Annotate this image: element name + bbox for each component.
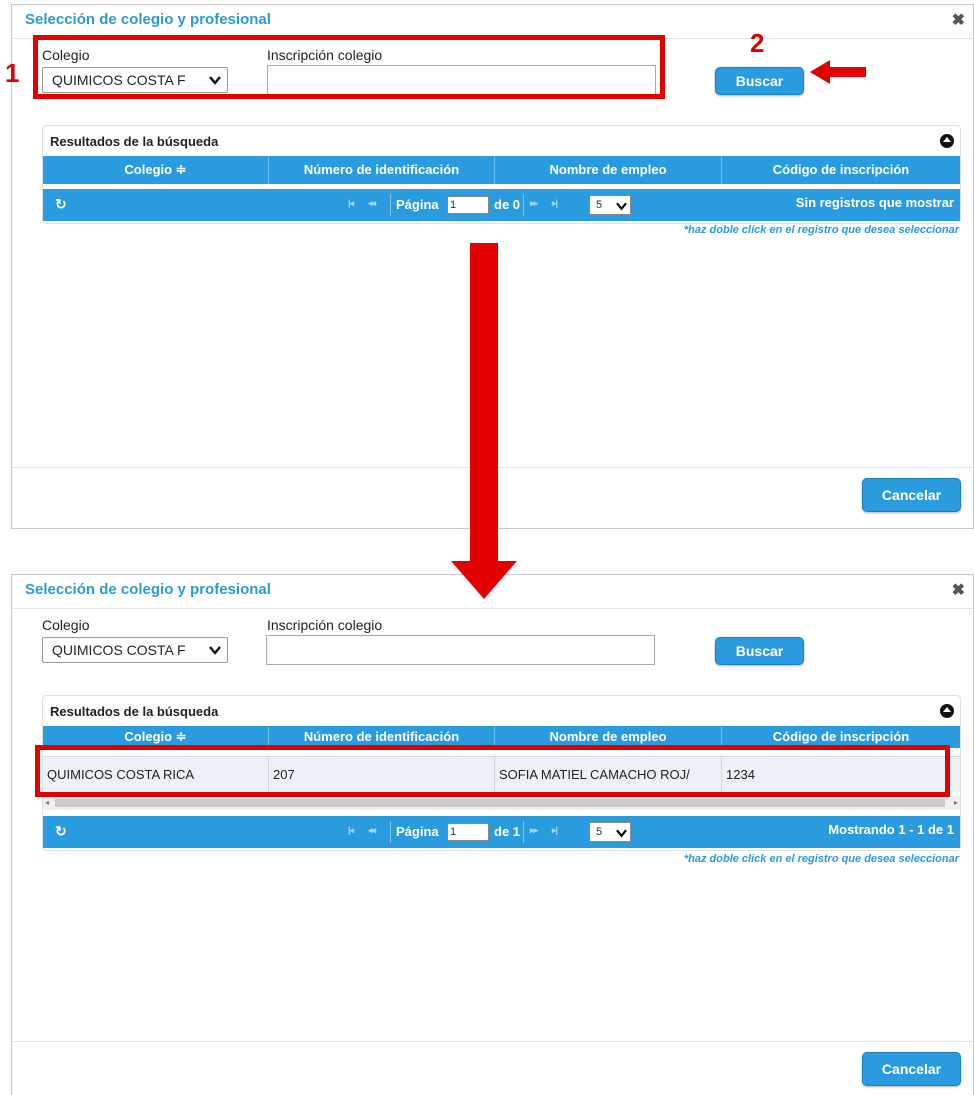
refresh-icon[interactable]: ↻ <box>55 196 67 213</box>
chevron-down-icon <box>616 824 627 842</box>
dialog-title: Selección de colegio y profesional <box>25 11 271 28</box>
inscripcion-input[interactable] <box>266 635 655 665</box>
cell-identificacion: 207 <box>269 757 495 792</box>
table-header: Colegio ≑ Número de identificación Nombr… <box>43 156 960 184</box>
chevron-down-icon <box>209 71 221 87</box>
colegio-label: Colegio <box>42 47 90 63</box>
last-page-icon[interactable]: ▸| <box>552 198 558 209</box>
column-header-colegio[interactable]: Colegio ≑ <box>43 726 269 748</box>
column-header-empleo[interactable]: Nombre de empleo <box>495 726 722 748</box>
page-size-value: 5 <box>596 199 603 211</box>
divider <box>12 608 973 609</box>
page-label: Página <box>396 824 439 839</box>
colegio-select-value: QUIMICOS COSTA F <box>52 72 186 88</box>
cancelar-button[interactable]: Cancelar <box>862 1052 961 1086</box>
column-header-identificacion[interactable]: Número de identificación <box>269 726 495 748</box>
arrow-down-icon <box>451 243 517 599</box>
table-row[interactable]: QUIMICOS COSTA RICA 207 SOFIA MATIEL CAM… <box>43 756 960 792</box>
divider <box>12 1041 973 1042</box>
inscripcion-label: Inscripción colegio <box>267 47 383 63</box>
column-header-identificacion[interactable]: Número de identificación <box>269 156 495 184</box>
page-of-label: de 0 <box>494 197 521 212</box>
dialog-title: Selección de colegio y profesional <box>25 581 271 598</box>
first-page-icon[interactable]: |◂ <box>348 198 354 209</box>
colegio-select[interactable]: QUIMICOS COSTA F <box>42 67 228 93</box>
last-page-icon[interactable]: ▸| <box>552 825 558 836</box>
dialog-after: Selección de colegio y profesional ✖ Col… <box>11 574 974 1095</box>
page-size-select[interactable]: 5 <box>589 195 631 215</box>
cancelar-button[interactable]: Cancelar <box>862 478 961 512</box>
page-size-select[interactable]: 5 <box>589 822 631 842</box>
cell-empleo: SOFIA MATIEL CAMACHO ROJ/ <box>495 757 722 792</box>
chevron-down-icon <box>209 641 221 657</box>
pager: ↻ |◂ ◂◂ Página 1 de 0 ▸▸ ▸| 5 Sin regist… <box>43 189 960 221</box>
table-header: Colegio ≑ Número de identificación Nombr… <box>43 726 960 748</box>
horizontal-scrollbar[interactable]: ◂ ▸ <box>43 796 960 810</box>
page-input[interactable]: 1 <box>447 196 489 214</box>
results-title: Resultados de la búsqueda <box>50 134 219 149</box>
page-size-value: 5 <box>596 826 603 838</box>
column-header-codigo[interactable]: Código de inscripción <box>722 726 960 748</box>
colegio-select[interactable]: QUIMICOS COSTA F <box>42 637 228 663</box>
column-header-codigo[interactable]: Código de inscripción <box>722 156 960 184</box>
results-title: Resultados de la búsqueda <box>50 704 219 719</box>
hint-text: *haz doble click en el registro que dese… <box>683 853 959 865</box>
refresh-icon[interactable]: ↻ <box>55 823 67 840</box>
collapse-icon[interactable] <box>940 134 954 148</box>
next-page-icon[interactable]: ▸▸ <box>530 198 538 209</box>
pager: ↻ |◂ ◂◂ Página 1 de 1 ▸▸ ▸| 5 Mostrando … <box>43 816 960 848</box>
scroll-right-icon[interactable]: ▸ <box>954 798 958 807</box>
divider <box>12 38 973 39</box>
column-header-empleo[interactable]: Nombre de empleo <box>495 156 722 184</box>
arrow-left-icon <box>810 60 866 84</box>
buscar-button[interactable]: Buscar <box>715 637 804 665</box>
close-icon[interactable]: ✖ <box>952 580 965 600</box>
chevron-down-icon <box>616 197 627 215</box>
inscripcion-input[interactable] <box>267 65 656 95</box>
inscripcion-label: Inscripción colegio <box>267 617 383 633</box>
scroll-left-icon[interactable]: ◂ <box>45 798 49 807</box>
column-header-colegio[interactable]: Colegio ≑ <box>43 156 269 184</box>
step-number-2: 2 <box>750 28 765 58</box>
buscar-button[interactable]: Buscar <box>715 67 804 95</box>
first-page-icon[interactable]: |◂ <box>348 825 354 836</box>
close-icon[interactable]: ✖ <box>952 10 965 30</box>
prev-page-icon[interactable]: ◂◂ <box>368 198 376 209</box>
hint-text: *haz doble click en el registro que dese… <box>683 224 959 236</box>
page-of-label: de 1 <box>494 824 521 839</box>
page-input[interactable]: 1 <box>447 823 489 841</box>
next-page-icon[interactable]: ▸▸ <box>530 825 538 836</box>
prev-page-icon[interactable]: ◂◂ <box>368 825 376 836</box>
pager-status: Sin registros que mostrar <box>795 195 954 210</box>
collapse-icon[interactable] <box>940 704 954 718</box>
results-panel: Resultados de la búsqueda Colegio ≑ Núme… <box>42 695 961 851</box>
colegio-select-value: QUIMICOS COSTA F <box>52 642 186 658</box>
pager-status: Mostrando 1 - 1 de 1 <box>828 822 954 837</box>
divider <box>523 194 524 216</box>
cell-codigo: 1234 <box>726 767 755 782</box>
step-number-1: 1 <box>5 58 20 88</box>
results-panel: Resultados de la búsqueda Colegio ≑ Núme… <box>42 125 961 224</box>
divider <box>390 821 391 843</box>
divider <box>523 821 524 843</box>
divider <box>390 194 391 216</box>
scrollbar-thumb[interactable] <box>55 799 945 807</box>
colegio-label: Colegio <box>42 617 90 633</box>
cell-colegio: QUIMICOS COSTA RICA <box>43 757 269 792</box>
page-label: Página <box>396 197 439 212</box>
